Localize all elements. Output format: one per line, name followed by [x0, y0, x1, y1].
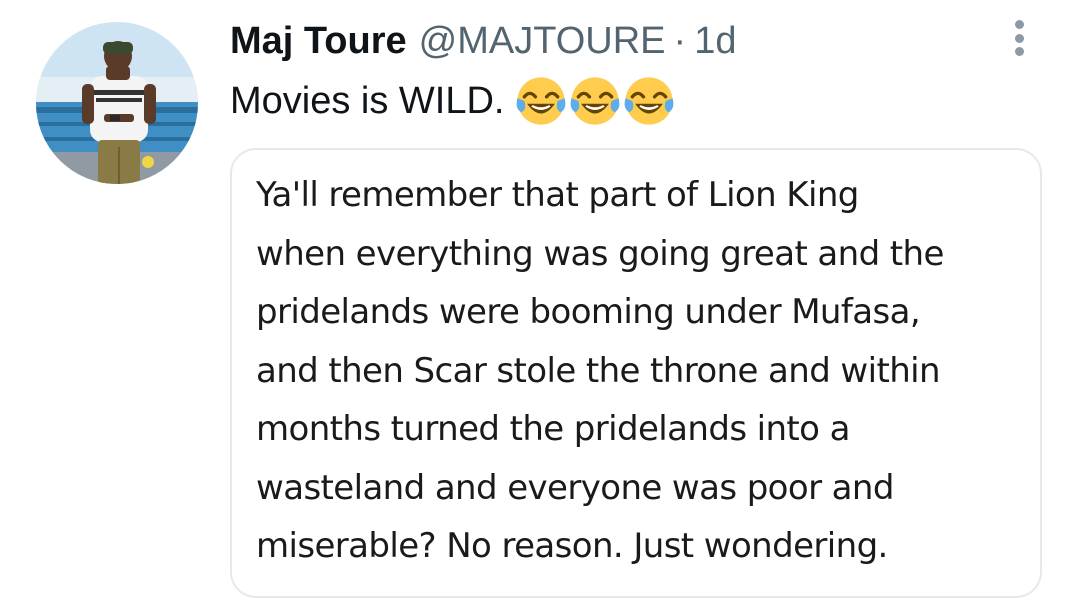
timestamp[interactable]: 1d: [694, 20, 736, 63]
tweet-header: Maj Toure @MAJTOURE · 1d: [230, 14, 736, 68]
avatar[interactable]: [36, 22, 198, 184]
screenshot-line: pridelands were booming under Mufasa,: [256, 292, 921, 332]
emoji-group: [516, 76, 678, 126]
more-dot: [1014, 33, 1024, 43]
tweet[interactable]: Maj Toure @MAJTOURE · 1d Movies is WILD.: [0, 0, 1080, 598]
screenshot-line: and then Scar stole the throne and withi…: [256, 350, 941, 391]
screenshot-line: miserable? No reason. Just wondering.: [256, 526, 888, 566]
more-vertical-icon[interactable]: [1004, 18, 1034, 58]
screenshot-line: wasteland and everyone was poor and: [256, 467, 894, 508]
face-with-tears-of-joy-icon: [571, 77, 620, 125]
tweet-text: Movies is WILD.: [230, 74, 678, 128]
author-handle[interactable]: @MAJTOURE: [419, 20, 666, 63]
tweet-text-body: Movies is WILD.: [230, 79, 505, 122]
screenshot-line: months turned the pridelands into a: [256, 409, 850, 449]
more-dot: [1014, 47, 1024, 56]
avatar-photo: [36, 22, 198, 184]
screenshot-line: Ya'll remember that part of Lion King: [256, 175, 859, 215]
screenshot-text: Ya'll remember that part of Lion King wh…: [256, 166, 1036, 576]
face-with-tears-of-joy-icon: [625, 77, 674, 125]
screenshot-line: when everything was going great and the: [256, 233, 944, 274]
author-name[interactable]: Maj Toure: [230, 20, 407, 63]
face-with-tears-of-joy-icon: [517, 77, 566, 125]
attached-screenshot-card[interactable]: Ya'll remember that part of Lion King wh…: [230, 148, 1042, 598]
separator-dot: ·: [673, 19, 687, 62]
more-dot: [1014, 20, 1024, 29]
